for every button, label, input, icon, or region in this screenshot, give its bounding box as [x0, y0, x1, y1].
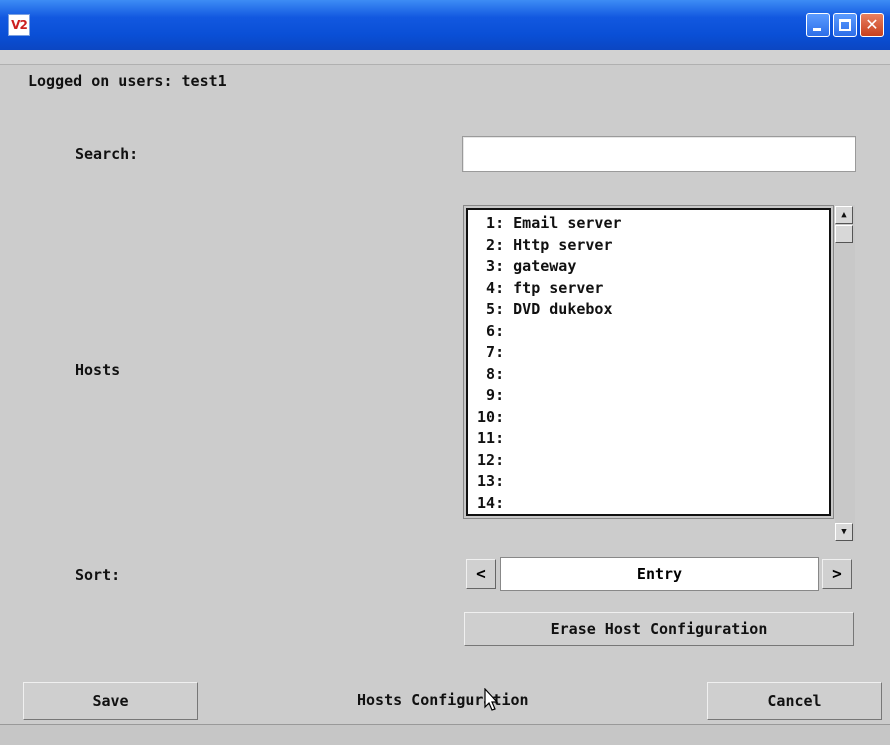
minimize-icon: [813, 28, 821, 31]
mouse-pointer-icon: [484, 688, 499, 711]
hosts-scrollbar[interactable]: [835, 205, 855, 541]
host-list-item[interactable]: 3: gateway: [468, 256, 829, 278]
search-label: Search:: [75, 145, 139, 163]
host-list-item[interactable]: 13:: [468, 471, 829, 493]
scroll-up-button[interactable]: ▲: [835, 206, 853, 224]
host-list-item[interactable]: 14:: [468, 493, 829, 515]
host-list-item[interactable]: 4: ftp server: [468, 278, 829, 300]
close-button[interactable]: ✕: [860, 13, 884, 37]
maximize-button[interactable]: [833, 13, 857, 37]
sort-value[interactable]: Entry: [500, 557, 819, 591]
host-list-item[interactable]: 1: Email server: [468, 213, 829, 235]
host-list-item[interactable]: 11:: [468, 428, 829, 450]
close-icon: ✕: [865, 15, 879, 34]
host-list-item[interactable]: 7:: [468, 342, 829, 364]
hosts-list-body[interactable]: 1: Email server 2: Http server 3: gatewa…: [466, 208, 831, 516]
menu-strip: [0, 50, 890, 65]
logged-on-users: Logged on users: test1: [28, 72, 227, 90]
host-list-item[interactable]: 6:: [468, 321, 829, 343]
minimize-button[interactable]: [806, 13, 830, 37]
sort-label: Sort:: [75, 566, 121, 584]
maximize-icon: [839, 19, 851, 31]
hosts-list[interactable]: 1: Email server 2: Http server 3: gatewa…: [463, 205, 834, 519]
hosts-configuration-window: V2 ✕ Logged on users: test1 Search: Host…: [0, 0, 890, 745]
cancel-button[interactable]: Cancel: [707, 682, 882, 720]
app-icon: V2: [8, 14, 30, 36]
sort-next-button[interactable]: >: [822, 559, 852, 589]
scroll-down-button[interactable]: ▼: [835, 523, 853, 541]
status-bar: [0, 724, 890, 745]
sort-prev-button[interactable]: <: [466, 559, 496, 589]
title-bar[interactable]: V2 ✕: [0, 0, 890, 50]
chevron-right-icon: >: [832, 564, 842, 583]
erase-host-configuration-button[interactable]: Erase Host Configuration: [464, 612, 854, 646]
logged-on-user: test1: [181, 72, 227, 90]
hosts-label: Hosts: [75, 361, 121, 379]
chevron-left-icon: <: [476, 564, 486, 583]
triangle-up-icon: ▲: [841, 210, 847, 220]
host-list-item[interactable]: 2: Http server: [468, 235, 829, 257]
host-list-item[interactable]: 9:: [468, 385, 829, 407]
triangle-down-icon: ▼: [841, 527, 847, 537]
search-input[interactable]: [462, 136, 856, 172]
scroll-thumb[interactable]: [835, 225, 853, 243]
host-list-item[interactable]: 12:: [468, 450, 829, 472]
host-list-item[interactable]: 5: DVD dukebox: [468, 299, 829, 321]
window-caption: Hosts Configuration: [357, 691, 529, 709]
host-list-item[interactable]: 10:: [468, 407, 829, 429]
host-list-item[interactable]: 8:: [468, 364, 829, 386]
logged-on-label: Logged on users:: [28, 72, 173, 90]
save-button[interactable]: Save: [23, 682, 198, 720]
